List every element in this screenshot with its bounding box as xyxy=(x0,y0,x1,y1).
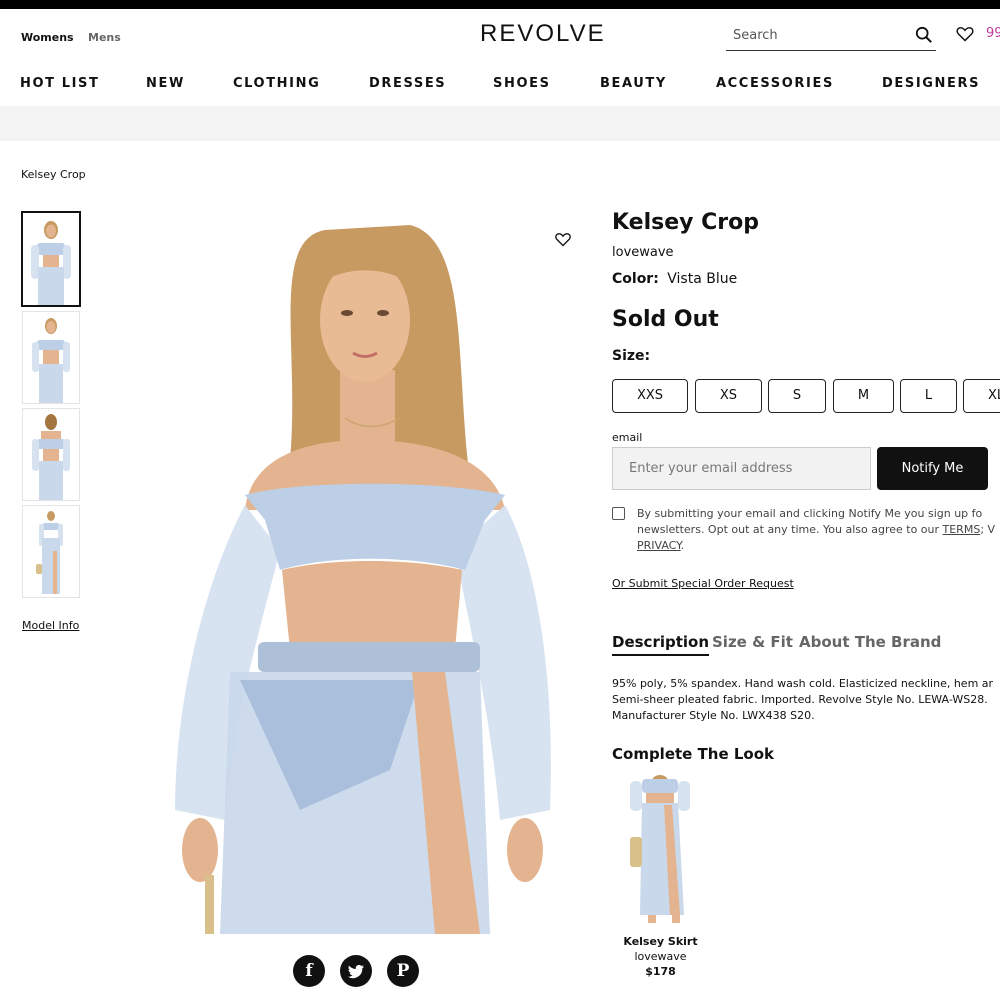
main-nav: HOT LIST NEW CLOTHING DRESSES SHOES BEAU… xyxy=(0,76,1000,94)
gallery-thumbnail-2[interactable] xyxy=(22,311,80,404)
email-field[interactable] xyxy=(612,447,871,490)
special-order-link[interactable]: Or Submit Special Order Request xyxy=(612,577,794,590)
pinterest-icon[interactable]: P xyxy=(387,955,419,987)
search-input[interactable] xyxy=(726,22,906,48)
nav-womens-link[interactable]: Womens xyxy=(21,31,74,44)
promo-band xyxy=(0,106,1000,141)
size-button-xxs[interactable]: XXS xyxy=(612,379,688,413)
top-bar xyxy=(0,0,1000,9)
size-button-s[interactable]: S xyxy=(768,379,826,413)
breadcrumb[interactable]: Kelsey Crop xyxy=(21,168,86,181)
search-bar xyxy=(726,22,936,51)
size-button-m[interactable]: M xyxy=(833,379,894,413)
stock-status: Sold Out xyxy=(612,307,719,332)
size-label: Size: xyxy=(612,348,651,364)
product-brand[interactable]: lovewave xyxy=(612,245,674,260)
tab-about-brand[interactable]: About The Brand xyxy=(799,633,941,651)
consent-line-2: newsletters. Opt out at any time. You al… xyxy=(637,522,1000,538)
main-product-image[interactable] xyxy=(150,210,580,934)
description-line-1: 95% poly, 5% spandex. Hand wash cold. El… xyxy=(612,677,994,690)
bag-count[interactable]: 99 xyxy=(986,26,1000,41)
product-title: Kelsey Crop xyxy=(612,210,759,235)
color-value: Vista Blue xyxy=(667,271,738,287)
nav-beauty[interactable]: BEAUTY xyxy=(600,76,667,91)
consent-period: . xyxy=(680,539,685,552)
gallery-thumbnail-4[interactable] xyxy=(22,505,80,598)
complete-the-look-item-name[interactable]: Kelsey Skirt xyxy=(612,935,709,948)
description-line-3: Manufacturer Style No. LWX438 S20. xyxy=(612,709,815,722)
privacy-link[interactable]: PRIVACY xyxy=(637,539,681,552)
nav-designers[interactable]: DESIGNERS xyxy=(882,76,980,91)
add-to-wishlist-icon[interactable] xyxy=(555,232,571,247)
nav-shoes[interactable]: SHOES xyxy=(493,76,551,91)
terms-link[interactable]: TERMS xyxy=(943,523,981,536)
search-icon[interactable] xyxy=(915,26,933,44)
nav-accessories[interactable]: ACCESSORIES xyxy=(716,76,834,91)
notify-me-button[interactable]: Notify Me xyxy=(877,447,988,490)
complete-the-look-title: Complete The Look xyxy=(612,745,775,763)
twitter-icon[interactable] xyxy=(340,955,372,987)
consent-line-2-end: ; V xyxy=(980,523,996,536)
gallery-thumbnail-3[interactable] xyxy=(22,408,80,501)
complete-the-look-item-price: $178 xyxy=(645,965,676,978)
complete-the-look-image[interactable] xyxy=(622,775,698,927)
email-label: email xyxy=(612,431,643,444)
size-button-xl[interactable]: XL xyxy=(963,379,1000,413)
newsletter-consent-checkbox[interactable] xyxy=(612,507,625,520)
consent-line-3: PRIVACY. xyxy=(637,538,1000,554)
tab-description[interactable]: Description xyxy=(612,633,710,656)
model-info-link[interactable]: Model Info xyxy=(22,619,79,632)
consent-line-1: By submitting your email and clicking No… xyxy=(637,507,983,520)
product-color: Color: Vista Blue xyxy=(612,271,737,287)
complete-the-look-item-brand[interactable]: lovewave xyxy=(612,950,709,963)
color-label: Color: xyxy=(612,271,659,287)
product-description: 95% poly, 5% spandex. Hand wash cold. El… xyxy=(612,676,1000,724)
nav-mens-link[interactable]: Mens xyxy=(88,31,121,44)
wishlist-heart-icon[interactable] xyxy=(956,26,974,42)
consent-text: By submitting your email and clicking No… xyxy=(637,506,1000,554)
consent-line-2-text: newsletters. Opt out at any time. You al… xyxy=(637,523,943,536)
nav-clothing[interactable]: CLOTHING xyxy=(233,76,320,91)
description-line-2: Semi-sheer pleated fabric. Imported. Rev… xyxy=(612,693,988,706)
revolve-logo[interactable]: REVOLVE xyxy=(480,20,606,48)
nav-new[interactable]: NEW xyxy=(146,76,185,91)
facebook-icon[interactable]: f xyxy=(293,955,325,987)
nav-dresses[interactable]: DRESSES xyxy=(369,76,446,91)
tab-size-fit[interactable]: Size & Fit xyxy=(712,633,793,651)
nav-hot-list[interactable]: HOT LIST xyxy=(20,76,99,91)
size-button-xs[interactable]: XS xyxy=(695,379,762,413)
gallery-thumbnail-1[interactable] xyxy=(21,211,81,307)
size-button-l[interactable]: L xyxy=(900,379,957,413)
